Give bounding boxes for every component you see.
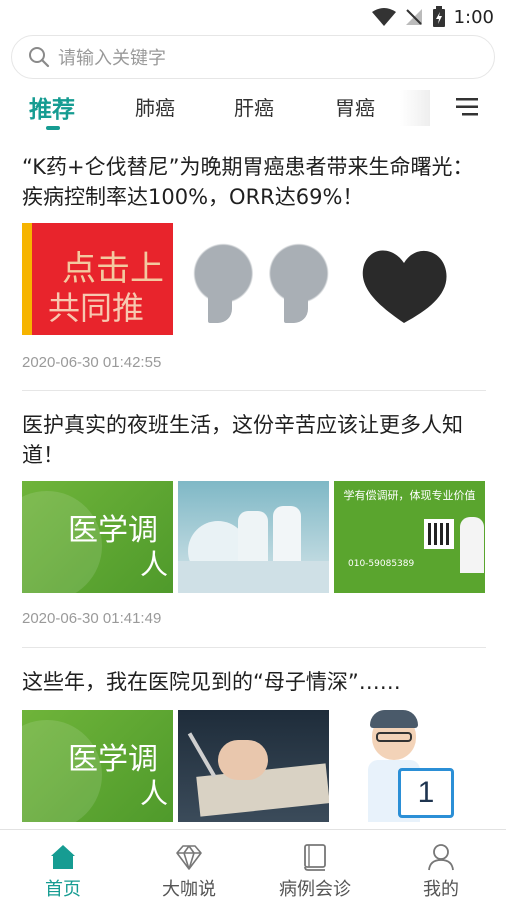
article-date: 2020-06-30 01:41:49 (22, 610, 162, 627)
book-icon (304, 844, 326, 871)
divider (22, 390, 486, 391)
search-bar[interactable]: 请输入关键字 (11, 35, 495, 79)
user-icon (428, 844, 454, 871)
no-signal-icon (405, 9, 422, 25)
thumbnail-text: 共同推 (48, 289, 145, 327)
article-card[interactable]: 这些年，我在医院见到的“母子情深”…… 医学调 人 1 (22, 667, 488, 827)
battery-charging-icon (432, 6, 445, 27)
heart-icon (362, 250, 447, 323)
tab-stomach-cancer[interactable]: 胃癌 (335, 92, 375, 121)
article-date: 2020-06-30 01:42:55 (22, 354, 162, 371)
wifi-icon (371, 8, 396, 26)
nav-case-consultation[interactable]: 病例会诊 (252, 830, 378, 900)
nav-profile[interactable]: 我的 (378, 830, 504, 900)
nav-expert-talk[interactable]: 大咖说 (126, 830, 252, 900)
diamond-icon (176, 845, 202, 870)
divider (22, 647, 486, 648)
thumbnail-text: 人 (140, 777, 169, 810)
tab-lung-cancer[interactable]: 肺癌 (135, 92, 175, 121)
thumbnail-text: 人 (140, 548, 169, 581)
nav-home[interactable]: 首页 (0, 830, 126, 900)
thumbnail-text: 1 (398, 768, 454, 818)
article-thumbnail (334, 223, 485, 335)
article-thumbnail: 医学调 人 (22, 481, 173, 593)
article-card[interactable]: “K药+仑伐替尼”为晚期胃癌患者带来生命曙光：疾病控制率达100%，ORR达69… (22, 152, 488, 380)
article-title[interactable]: 这些年，我在医院见到的“母子情深”…… (22, 667, 488, 697)
nav-profile-label: 我的 (423, 879, 459, 900)
menu-icon[interactable] (454, 96, 480, 118)
article-thumbnail (178, 710, 329, 822)
status-bar: 1:00 (0, 0, 506, 32)
home-icon (51, 845, 75, 869)
tab-recommend[interactable]: 推荐 (29, 90, 75, 124)
tab-scroll-fade (400, 90, 430, 126)
article-thumbnail: 点击上 共同推 (22, 223, 173, 335)
article-thumbnail: 医学调 人 (22, 710, 173, 822)
article-thumbnail (178, 223, 329, 335)
thumbnail-text: 学有偿调研，体现专业价值 (343, 489, 476, 502)
search-placeholder[interactable]: 请输入关键字 (58, 44, 166, 70)
nav-expert-talk-label: 大咖说 (162, 879, 216, 900)
article-title[interactable]: “K药+仑伐替尼”为晚期胃癌患者带来生命曙光：疾病控制率达100%，ORR达69… (22, 152, 488, 212)
article-title[interactable]: 医护真实的夜班生活，这份辛苦应该让更多人知道！ (22, 410, 488, 470)
thumbnail-text: 010-59085389 (348, 559, 415, 569)
category-tabs: 推荐 肺癌 肝癌 胃癌 (0, 84, 506, 134)
article-thumbnails: 点击上 共同推 (22, 223, 485, 335)
article-thumbnail (178, 481, 329, 593)
article-thumbnails: 医学调 人 学有偿调研，体现专业价值 010-59085389 (22, 481, 485, 593)
search-icon (29, 47, 50, 68)
nav-case-consultation-label: 病例会诊 (279, 879, 351, 900)
article-card[interactable]: 医护真实的夜班生活，这份辛苦应该让更多人知道！ 医学调 人 学有偿调研，体现专业… (22, 410, 488, 634)
tab-liver-cancer[interactable]: 肝癌 (234, 92, 274, 121)
clock-time: 1:00 (453, 6, 494, 28)
nav-home-label: 首页 (45, 879, 81, 900)
article-thumbnail: 学有偿调研，体现专业价值 010-59085389 (334, 481, 485, 593)
active-tab-indicator (46, 126, 60, 130)
article-thumbnails: 医学调 人 1 (22, 710, 485, 822)
article-thumbnail: 1 (334, 710, 485, 822)
bottom-navigation: 首页 大咖说 病例会诊 我的 (0, 829, 506, 900)
